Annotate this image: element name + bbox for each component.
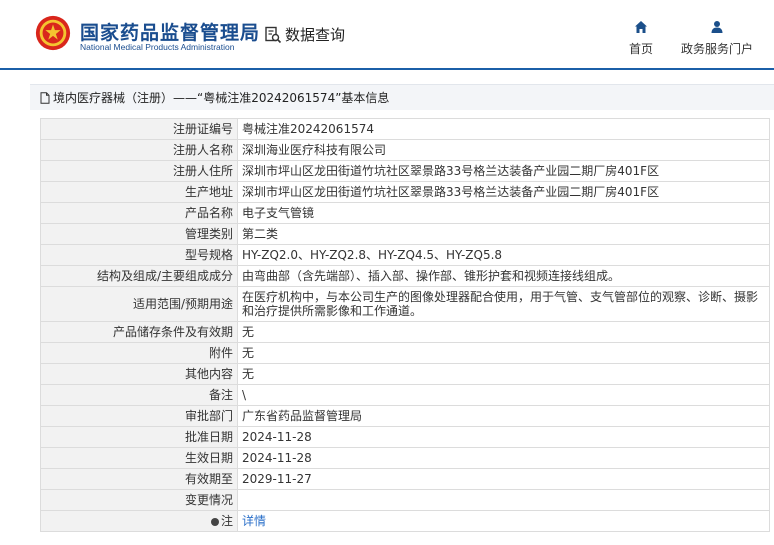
nav-service-portal[interactable]: 政务服务门户 xyxy=(672,20,762,57)
row-value: 第二类 xyxy=(237,223,770,245)
user-icon xyxy=(711,21,723,33)
row-value xyxy=(237,489,770,511)
row-label: 变更情况 xyxy=(40,489,238,511)
row-value: 无 xyxy=(237,321,770,343)
row-label: 有效期至 xyxy=(40,468,238,490)
row-label: 其他内容 xyxy=(40,363,238,385)
detail-row: 变更情况 xyxy=(40,489,770,511)
detail-row: 产品储存条件及有效期无 xyxy=(40,321,770,343)
row-label: 审批部门 xyxy=(40,405,238,427)
row-label: 注册人住所 xyxy=(40,160,238,182)
row-label: 注册人名称 xyxy=(40,139,238,161)
detail-row: 生效日期 2024-11-28 xyxy=(40,447,770,469)
data-query-label: 数据查询 xyxy=(285,26,346,44)
row-label: 型号规格 xyxy=(40,244,238,266)
row-value: 2029-11-27 xyxy=(237,468,770,490)
detail-row: 审批部门 广东省药品监督管理局 xyxy=(40,405,770,427)
row-value: 粤械注准20242061574 xyxy=(237,118,770,140)
detail-row: 备注 \ xyxy=(40,384,770,406)
row-label: 生产地址 xyxy=(40,181,238,203)
detail-row: 产品名称 电子支气管镜 xyxy=(40,202,770,224)
detail-table: 注册证编号 粤械注准20242061574 注册人名称 深圳海业医疗科技有限公司 注… xyxy=(40,118,770,532)
breadcrumb: 境内医疗器械（注册）——“粤械注准20242061574”基本信息 xyxy=(30,84,774,110)
home-icon xyxy=(635,21,647,33)
row-value: 深圳海业医疗科技有限公司 xyxy=(237,139,770,161)
detail-row: 其他内容无 xyxy=(40,363,770,385)
detail-row: 批准日期 2024-11-28 xyxy=(40,426,770,448)
row-label: 适用范围/预期用途 xyxy=(40,286,238,322)
row-label: 产品名称 xyxy=(40,202,238,224)
detail-row: 结构及组成/主要组成成分 由弯曲部（含先端部）、插入部、操作部、锥形护套和视频连接… xyxy=(40,265,770,287)
nav-portal-label: 政务服务门户 xyxy=(680,42,753,56)
row-value: 深圳市坪山区龙田街道竹坑社区翠景路33号格兰达装备产业园二期厂房401F区 xyxy=(237,181,770,203)
search-document-icon xyxy=(265,26,282,43)
note-label-cell: 注 xyxy=(40,510,238,532)
row-value: 深圳市坪山区龙田街道竹坑社区翠景路33号格兰达装备产业园二期厂房401F区 xyxy=(237,160,770,182)
detail-row: 注册证编号 粤械注准20242061574 xyxy=(40,118,770,140)
row-value: 由弯曲部（含先端部）、插入部、操作部、锥形护套和视频连接线组成。 xyxy=(237,265,770,287)
national-emblem-icon xyxy=(35,15,71,51)
row-label: 管理类别 xyxy=(40,223,238,245)
detail-row: 管理类别 第二类 xyxy=(40,223,770,245)
row-value: 在医疗机构中，与本公司生产的图像处理器配合使用，用于气管、支气管部位的观察、诊断… xyxy=(237,286,770,322)
row-label: 注册证编号 xyxy=(40,118,238,140)
detail-row: 注册人名称 深圳海业医疗科技有限公司 xyxy=(40,139,770,161)
row-value: \ xyxy=(237,384,770,406)
details-link[interactable]: 详情 xyxy=(242,514,266,528)
row-value: 电子支气管镜 xyxy=(237,202,770,224)
row-label: 备注 xyxy=(40,384,238,406)
row-label: 结构及组成/主要组成成分 xyxy=(40,265,238,287)
row-value: 广东省药品监督管理局 xyxy=(237,405,770,427)
site-subtitle: National Medical Products Administration xyxy=(80,42,235,52)
detail-row: 注册人住所 深圳市坪山区龙田街道竹坑社区翠景路33号格兰达装备产业园二期厂房401… xyxy=(40,160,770,182)
note-value-cell: 详情 xyxy=(237,510,770,532)
detail-row: 适用范围/预期用途 在医疗机构中，与本公司生产的图像处理器配合使用，用于气管、支气… xyxy=(40,286,770,322)
row-label: 产品储存条件及有效期 xyxy=(40,321,238,343)
row-value: 2024-11-28 xyxy=(237,447,770,469)
site-header: 国家药品监督管理局 National Medical Products Admi… xyxy=(0,0,774,70)
row-label: 生效日期 xyxy=(40,447,238,469)
row-value: 2024-11-28 xyxy=(237,426,770,448)
site-title[interactable]: 国家药品监督管理局 xyxy=(80,18,260,45)
row-label: 附件 xyxy=(40,342,238,364)
row-value: 无 xyxy=(237,363,770,385)
detail-row: 有效期至 2029-11-27 xyxy=(40,468,770,490)
note-label: 注 xyxy=(220,514,233,528)
detail-row: 生产地址 深圳市坪山区龙田街道竹坑社区翠景路33号格兰达装备产业园二期厂房401F… xyxy=(40,181,770,203)
detail-row: 附件无 xyxy=(40,342,770,364)
bullet-icon xyxy=(210,518,219,526)
note-row: 注 详情 xyxy=(40,510,770,532)
row-value: HY-ZQ2.0、HY-ZQ2.8、HY-ZQ4.5、HY-ZQ5.8 xyxy=(237,244,770,266)
row-label: 批准日期 xyxy=(40,426,238,448)
breadcrumb-text: 境内医疗器械（注册）——“粤械注准20242061574”基本信息 xyxy=(53,91,390,105)
row-value: 无 xyxy=(237,342,770,364)
data-query-link[interactable]: 数据查询 xyxy=(264,24,345,45)
detail-row: 型号规格 HY-ZQ2.0、HY-ZQ2.8、HY-ZQ4.5、HY-ZQ5.8 xyxy=(40,244,770,266)
document-icon xyxy=(40,91,50,104)
